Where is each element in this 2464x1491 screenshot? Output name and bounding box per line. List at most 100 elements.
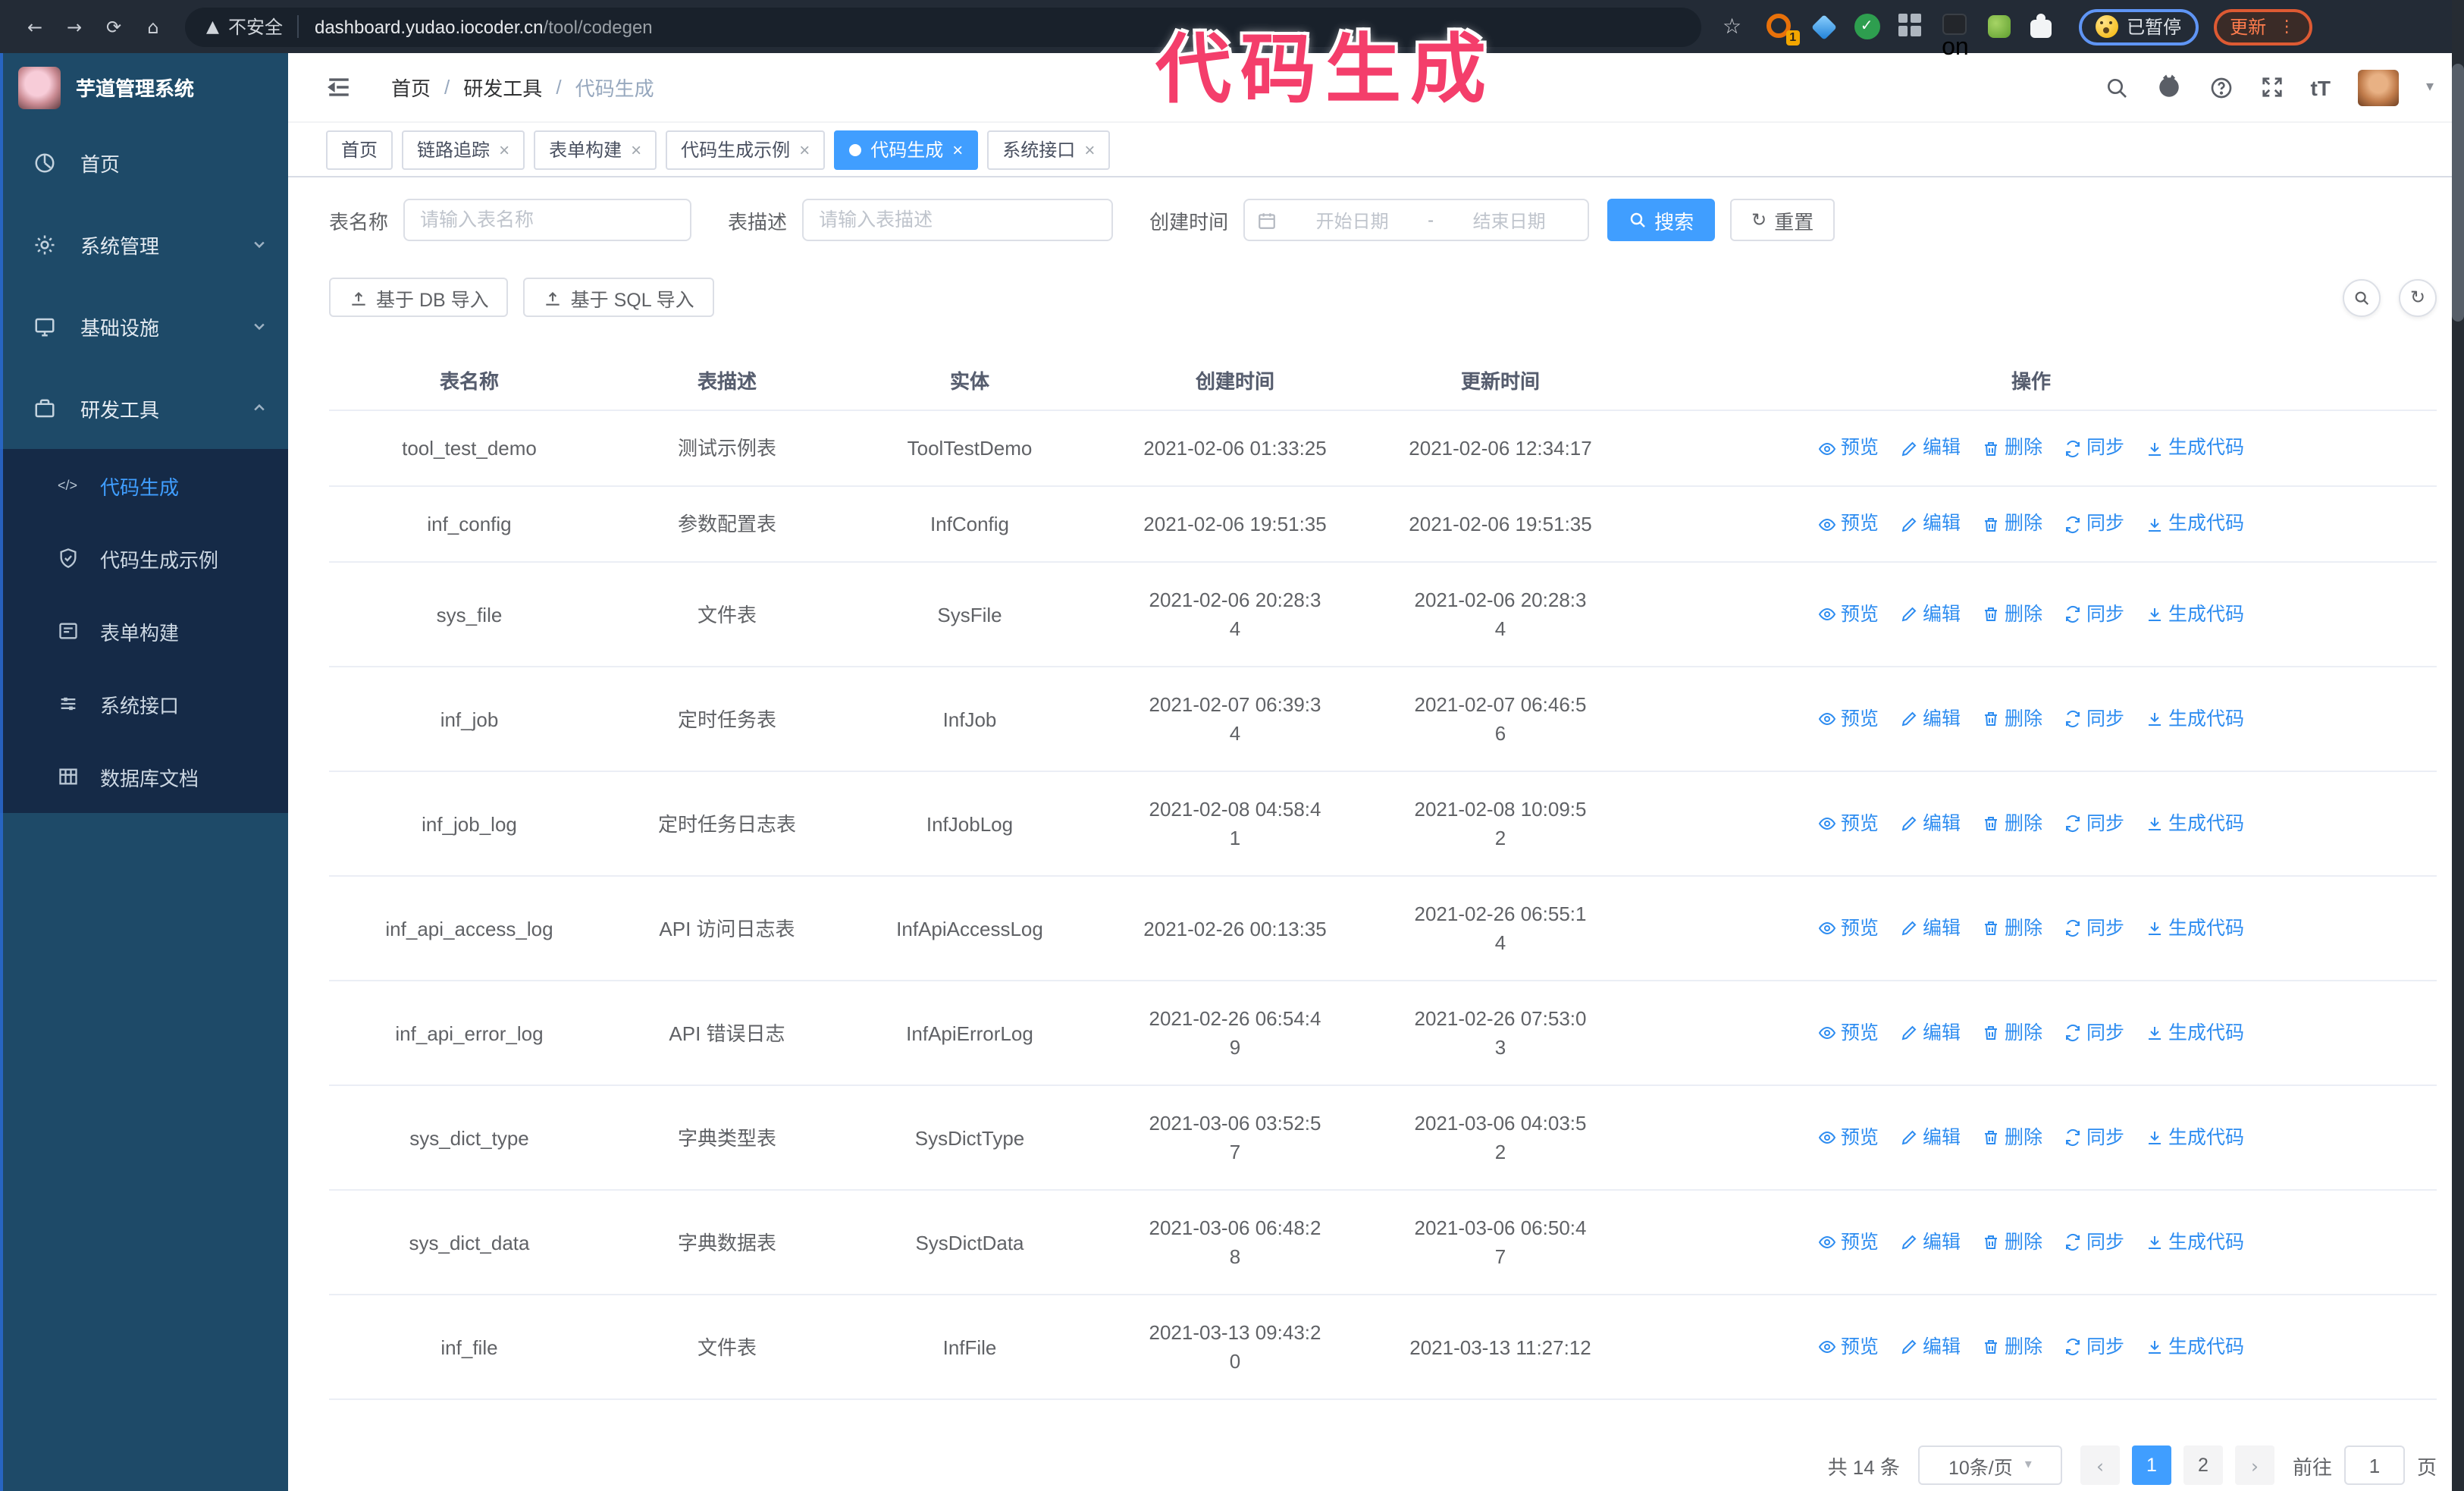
action-sync[interactable]: 同步 (2064, 600, 2124, 629)
action-generate[interactable]: 生成代码 (2146, 600, 2244, 629)
extension-icon-3[interactable]: ✓ (1854, 13, 1881, 40)
action-generate[interactable]: 生成代码 (2146, 809, 2244, 838)
chrome-update-button[interactable]: 更新 ⋮ (2213, 8, 2312, 45)
action-edit[interactable]: 编辑 (1900, 1332, 1961, 1361)
action-sync[interactable]: 同步 (2064, 510, 2124, 538)
breadcrumb-devtools[interactable]: 研发工具 (463, 73, 542, 102)
action-sync[interactable]: 同步 (2064, 1228, 2124, 1257)
action-preview[interactable]: 预览 (1818, 510, 1879, 538)
search-icon[interactable] (2105, 75, 2129, 99)
action-edit[interactable]: 编辑 (1900, 1123, 1961, 1152)
page-button-1[interactable]: 1 (2131, 1445, 2171, 1485)
sidebar-item-infra[interactable]: 基础设施 (0, 285, 288, 367)
action-preview[interactable]: 预览 (1818, 705, 1879, 733)
extension-icon-2[interactable] (1810, 13, 1837, 40)
action-edit[interactable]: 编辑 (1900, 600, 1961, 629)
action-delete[interactable]: 删除 (1982, 1228, 2042, 1257)
action-generate[interactable]: 生成代码 (2146, 1123, 2244, 1152)
action-delete[interactable]: 删除 (1982, 510, 2042, 538)
action-preview[interactable]: 预览 (1818, 914, 1879, 943)
sidebar-item-home[interactable]: 首页 (0, 121, 288, 203)
action-edit[interactable]: 编辑 (1900, 1228, 1961, 1257)
app-logo[interactable]: 芋道管理系统 (0, 53, 288, 121)
action-preview[interactable]: 预览 (1818, 600, 1879, 629)
tab-system-api[interactable]: 系统接口 × (987, 130, 1111, 169)
scrollbar-thumb[interactable] (2452, 64, 2464, 322)
extension-icon-7[interactable] (2030, 13, 2057, 40)
user-avatar[interactable] (2357, 69, 2399, 105)
date-range-picker[interactable]: 开始日期 - 结束日期 (1243, 199, 1590, 241)
action-delete[interactable]: 删除 (1982, 1332, 2042, 1361)
action-sync[interactable]: 同步 (2064, 809, 2124, 838)
github-icon[interactable] (2156, 74, 2182, 100)
close-icon[interactable]: × (952, 140, 963, 159)
action-edit[interactable]: 编辑 (1900, 434, 1961, 463)
action-delete[interactable]: 删除 (1982, 1019, 2042, 1047)
hamburger-icon[interactable] (326, 74, 352, 100)
tab-form-builder[interactable]: 表单构建 × (534, 130, 657, 169)
action-generate[interactable]: 生成代码 (2146, 1332, 2244, 1361)
action-generate[interactable]: 生成代码 (2146, 1228, 2244, 1257)
browser-home-icon[interactable]: ⌂ (133, 17, 173, 36)
fullscreen-icon[interactable] (2261, 76, 2284, 99)
close-icon[interactable]: × (1084, 140, 1095, 159)
action-preview[interactable]: 预览 (1818, 809, 1879, 838)
action-generate[interactable]: 生成代码 (2146, 1019, 2244, 1047)
close-icon[interactable]: × (799, 140, 810, 159)
action-sync[interactable]: 同步 (2064, 1123, 2124, 1152)
tab-tracing[interactable]: 链路追踪 × (402, 130, 525, 169)
next-page-button[interactable]: › (2234, 1445, 2274, 1485)
action-edit[interactable]: 编辑 (1900, 510, 1961, 538)
close-icon[interactable]: × (631, 140, 641, 159)
action-delete[interactable]: 删除 (1982, 809, 2042, 838)
extension-icon-5[interactable]: on (1942, 13, 1969, 60)
action-sync[interactable]: 同步 (2064, 914, 2124, 943)
sidebar-item-codegen[interactable]: </> 代码生成 (0, 449, 288, 522)
sidebar-item-system[interactable]: 系统管理 (0, 203, 288, 285)
tab-home[interactable]: 首页 (326, 130, 393, 169)
action-preview[interactable]: 预览 (1818, 1228, 1879, 1257)
action-edit[interactable]: 编辑 (1900, 1019, 1961, 1047)
action-generate[interactable]: 生成代码 (2146, 914, 2244, 943)
action-edit[interactable]: 编辑 (1900, 705, 1961, 733)
import-db-button[interactable]: 基于 DB 导入 (329, 278, 509, 317)
tab-codegen-example[interactable]: 代码生成示例 × (666, 130, 826, 169)
prev-page-button[interactable]: ‹ (2080, 1445, 2120, 1485)
extension-icon-6[interactable] (1986, 13, 2013, 40)
font-size-icon[interactable]: tT (2311, 75, 2331, 99)
close-icon[interactable]: × (499, 140, 509, 159)
action-delete[interactable]: 删除 (1982, 914, 2042, 943)
tab-codegen[interactable]: 代码生成 × (834, 130, 979, 169)
action-generate[interactable]: 生成代码 (2146, 510, 2244, 538)
action-preview[interactable]: 预览 (1818, 1019, 1879, 1047)
refresh-table-button[interactable]: ↻ (2399, 278, 2437, 316)
search-button[interactable]: 搜索 (1607, 199, 1716, 241)
browser-back-icon[interactable]: ← (15, 17, 55, 36)
help-icon[interactable] (2209, 75, 2234, 99)
browser-scrollbar[interactable] (2452, 0, 2464, 1491)
import-sql-button[interactable]: 基于 SQL 导入 (523, 278, 714, 317)
page-size-select[interactable]: 10条/页 ▾ (1917, 1445, 2062, 1485)
action-generate[interactable]: 生成代码 (2146, 705, 2244, 733)
action-delete[interactable]: 删除 (1982, 434, 2042, 463)
action-edit[interactable]: 编辑 (1900, 914, 1961, 943)
action-sync[interactable]: 同步 (2064, 434, 2124, 463)
action-sync[interactable]: 同步 (2064, 1332, 2124, 1361)
breadcrumb-home[interactable]: 首页 (391, 73, 431, 102)
table-name-input[interactable] (403, 199, 692, 241)
toggle-search-button[interactable] (2343, 278, 2381, 316)
avatar-caret-icon[interactable]: ▾ (2426, 79, 2434, 96)
extension-icon-1[interactable]: 1 (1766, 13, 1800, 45)
bookmark-star-icon[interactable]: ☆ (1723, 14, 1741, 39)
profile-paused-pill[interactable]: 已暂停 (2078, 8, 2199, 45)
page-button-2[interactable]: 2 (2183, 1445, 2223, 1485)
sidebar-item-form-builder[interactable]: 表单构建 (0, 595, 288, 667)
reset-button[interactable]: ↻ 重置 (1730, 199, 1835, 241)
sidebar-item-devtools[interactable]: 研发工具 (0, 367, 288, 449)
action-preview[interactable]: 预览 (1818, 1332, 1879, 1361)
action-edit[interactable]: 编辑 (1900, 809, 1961, 838)
action-preview[interactable]: 预览 (1818, 1123, 1879, 1152)
action-generate[interactable]: 生成代码 (2146, 434, 2244, 463)
browser-forward-icon[interactable]: → (55, 17, 94, 36)
goto-page-input[interactable] (2343, 1445, 2405, 1485)
